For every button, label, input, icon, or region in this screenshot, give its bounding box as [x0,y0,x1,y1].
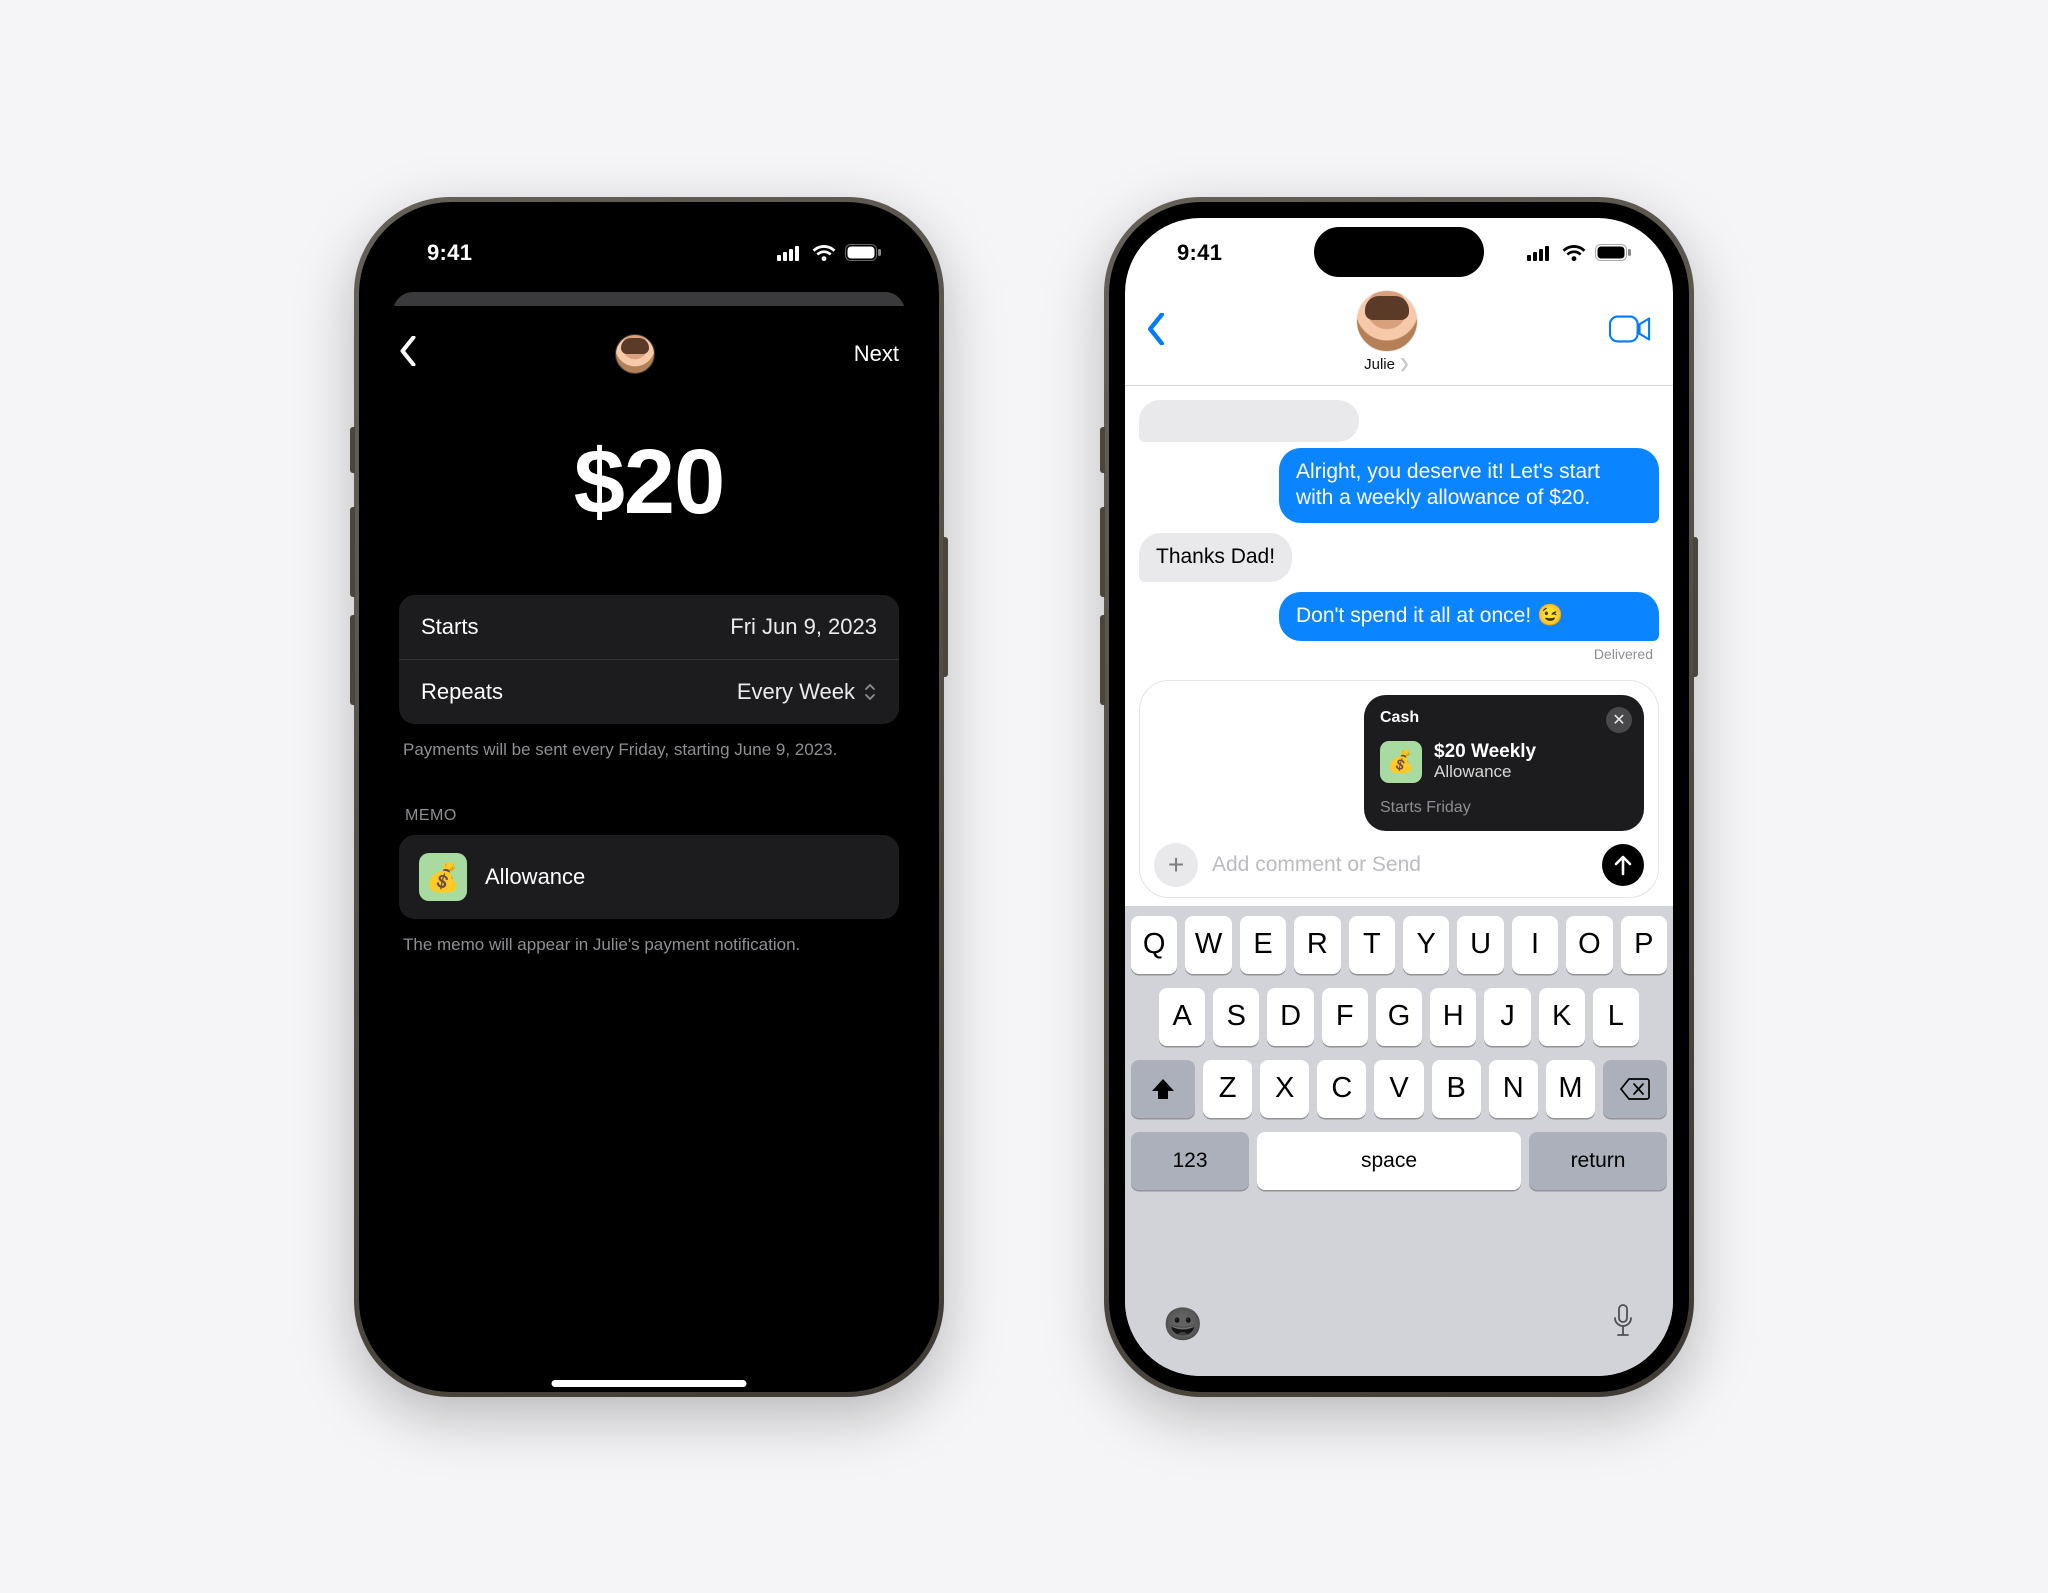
cash-card-start: Starts Friday [1380,799,1628,817]
dynamic-island [564,227,734,277]
cash-card[interactable]: Cash ✕ 💰 $20 Weekly Allowance Starts Fri… [1364,695,1644,831]
contact-name: Julie [1364,356,1395,373]
memo-section-header: MEMO [375,761,923,835]
key-c[interactable]: C [1317,1060,1366,1118]
key-z[interactable]: Z [1203,1060,1252,1118]
message-bubble-sent[interactable]: Don't spend it all at once! 😉 [1279,592,1659,641]
dictate-key[interactable] [1611,1304,1635,1343]
kbd-row-2: ASDFGHJKL [1131,988,1667,1046]
key-q[interactable]: Q [1131,916,1177,974]
delete-key[interactable] [1603,1060,1667,1118]
wifi-icon [1562,244,1586,261]
kbd-row-3: ZXCVBNM [1131,1060,1667,1118]
memo-value: Allowance [485,864,585,890]
repeats-value: Every Week [737,679,855,705]
return-key[interactable]: return [1529,1132,1667,1190]
schedule-footnote: Payments will be sent every Friday, star… [375,724,923,762]
battery-icon [845,244,881,261]
cellular-icon [777,245,803,261]
message-bubble-received [1139,400,1359,442]
back-button[interactable] [1147,313,1165,350]
message-bubble-received[interactable]: Thanks Dad! [1139,533,1292,582]
imessage-screen: 9:41 Julie❯ [1125,218,1673,1376]
key-u[interactable]: U [1457,916,1503,974]
key-f[interactable]: F [1322,988,1368,1046]
delivered-label: Delivered [1139,646,1653,662]
key-m[interactable]: M [1546,1060,1595,1118]
key-v[interactable]: V [1374,1060,1423,1118]
key-t[interactable]: T [1349,916,1395,974]
wifi-icon [812,244,836,261]
status-time: 9:41 [1177,240,1222,266]
key-d[interactable]: D [1267,988,1313,1046]
message-bubble-sent[interactable]: Alright, you deserve it! Let's start wit… [1279,448,1659,524]
key-p[interactable]: P [1621,916,1667,974]
apple-cash-brand: Cash [1380,709,1628,727]
key-i[interactable]: I [1512,916,1558,974]
key-e[interactable]: E [1240,916,1286,974]
payment-amount: $20 [375,430,923,535]
apps-button[interactable]: + [1154,843,1198,887]
keyboard: QWERTYUIOP ASDFGHJKL ZXCVBNM 123 space r… [1125,906,1673,1376]
contact-header[interactable]: Julie❯ [1356,290,1418,373]
updown-chevron-icon [863,682,877,702]
starts-value: Fri Jun 9, 2023 [730,614,877,640]
key-y[interactable]: Y [1403,916,1449,974]
key-o[interactable]: O [1566,916,1612,974]
key-b[interactable]: B [1432,1060,1481,1118]
starts-label: Starts [421,614,478,640]
phone-right: 9:41 Julie❯ [1104,197,1694,1397]
apple-cash-recurring-screen: 9:41 Next $20 [375,218,923,1376]
message-input[interactable]: Add comment or Send [1212,843,1588,887]
key-j[interactable]: J [1484,988,1530,1046]
phone-left: 9:41 Next $20 [354,197,944,1397]
chevron-right-icon: ❯ [1399,356,1410,372]
key-x[interactable]: X [1260,1060,1309,1118]
key-l[interactable]: L [1593,988,1639,1046]
key-g[interactable]: G [1376,988,1422,1046]
battery-icon [1595,244,1631,261]
next-button[interactable]: Next [854,341,899,367]
home-indicator[interactable] [1302,1380,1497,1387]
repeats-row[interactable]: Repeats Every Week [399,659,899,724]
contact-avatar [1356,290,1418,352]
emoji-key[interactable]: 😀 [1163,1305,1203,1343]
status-icons [777,244,881,261]
apple-cash-attachment: Cash ✕ 💰 $20 Weekly Allowance Starts Fri… [1139,680,1659,898]
memo-field[interactable]: 💰 Allowance [399,835,899,919]
send-button[interactable] [1602,844,1644,886]
repeats-label: Repeats [421,679,503,705]
status-time: 9:41 [427,240,472,266]
numbers-key[interactable]: 123 [1131,1132,1249,1190]
cash-card-subtitle: Allowance [1434,763,1536,782]
moneybag-icon: 💰 [419,853,467,901]
key-a[interactable]: A [1159,988,1205,1046]
dynamic-island [1314,227,1484,277]
cellular-icon [1527,245,1553,261]
status-icons [1527,244,1631,261]
key-w[interactable]: W [1185,916,1231,974]
key-r[interactable]: R [1294,916,1340,974]
cash-card-title: $20 Weekly [1434,742,1536,763]
close-attachment-button[interactable]: ✕ [1606,707,1632,733]
key-k[interactable]: K [1539,988,1585,1046]
memo-footnote: The memo will appear in Julie's payment … [375,919,923,957]
contact-avatar[interactable] [615,334,655,374]
key-n[interactable]: N [1489,1060,1538,1118]
home-indicator[interactable] [552,1380,747,1387]
moneybag-icon: 💰 [1380,741,1422,783]
kbd-row-1: QWERTYUIOP [1131,916,1667,974]
key-h[interactable]: H [1430,988,1476,1046]
space-key[interactable]: space [1257,1132,1521,1190]
back-button[interactable] [399,336,417,371]
shift-key[interactable] [1131,1060,1195,1118]
starts-row[interactable]: Starts Fri Jun 9, 2023 [399,595,899,659]
facetime-button[interactable] [1609,315,1651,348]
key-s[interactable]: S [1213,988,1259,1046]
